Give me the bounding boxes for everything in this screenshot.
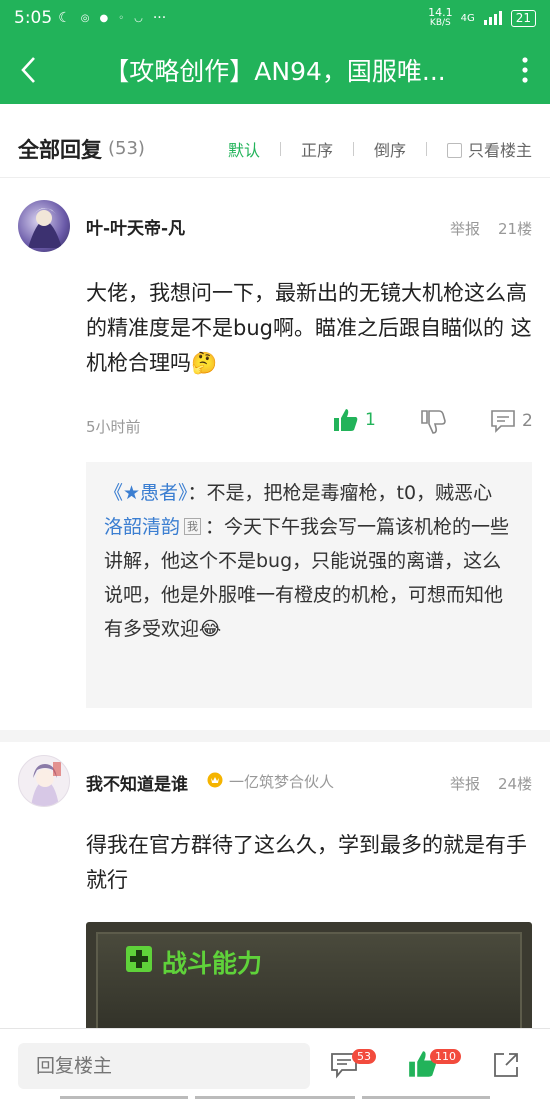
comment-count-badge: 53 bbox=[352, 1049, 376, 1064]
sub-reply-username[interactable]: 《★愚者》 bbox=[104, 482, 188, 504]
back-arrow-icon bbox=[21, 57, 35, 83]
comment-username[interactable]: 我不知道是谁 bbox=[86, 770, 188, 795]
bottom-action-bar: 53 110 bbox=[0, 1028, 550, 1100]
only-op-toggle[interactable]: 只看楼主 bbox=[446, 137, 532, 161]
share-icon bbox=[494, 1053, 518, 1077]
status-bar: 5:05 ☾ ◎ ● ◦ ◡ ··· 14.1 KB/S 4G 21 bbox=[0, 0, 550, 36]
reply-input[interactable] bbox=[18, 1043, 310, 1089]
comment-text: 得我在官方群待了这么久，学到最多的就是有手就行 bbox=[86, 833, 527, 892]
back-button[interactable] bbox=[0, 36, 56, 104]
avatar[interactable] bbox=[18, 755, 70, 807]
sub-reply[interactable]: 《★愚者》：不是，把枪是毒瘤枪，t0，贼恶心 bbox=[104, 476, 514, 510]
signal-icon bbox=[483, 11, 502, 25]
sub-reply[interactable]: 洛韶清韵我：今天下午我会写一篇该机枪的一些讲解，他这个不是bug，只能说强的离谱… bbox=[104, 510, 514, 646]
network-type: 4G bbox=[460, 12, 475, 24]
more-dots-icon: ··· bbox=[152, 10, 167, 26]
notification-icon: ◡ bbox=[134, 12, 143, 24]
sort-asc-tab[interactable]: 正序 bbox=[301, 137, 333, 161]
divider bbox=[425, 141, 427, 156]
comment-bubble-icon bbox=[491, 410, 515, 433]
more-menu-button[interactable] bbox=[500, 36, 550, 104]
notification-icon: ● bbox=[99, 12, 109, 24]
vertical-dots-icon bbox=[522, 57, 528, 83]
thumbs-up-icon bbox=[334, 409, 358, 431]
like-count-badge: 110 bbox=[430, 1049, 461, 1064]
floor-number: 24楼 bbox=[498, 775, 533, 793]
nav-handle bbox=[362, 1096, 490, 1099]
comment-text: 大佬，我想问一下，最新出的无镜大机枪这么高的精准度是不是bug啊。瞄准之后跟自瞄… bbox=[86, 281, 532, 375]
divider bbox=[279, 141, 281, 156]
avatar-illustration-icon bbox=[28, 208, 62, 248]
user-badge-label: 一亿筑梦合伙人 bbox=[229, 773, 335, 791]
comment-count: 2 bbox=[522, 411, 533, 431]
share-button[interactable] bbox=[492, 1051, 520, 1083]
report-button[interactable]: 举报 bbox=[450, 773, 480, 794]
speed-unit: KB/S bbox=[429, 18, 451, 28]
me-tag: 我 bbox=[184, 518, 202, 535]
plus-icon bbox=[126, 946, 152, 972]
avatar[interactable] bbox=[18, 200, 70, 252]
nav-handle bbox=[60, 1096, 188, 1099]
sub-reply-username[interactable]: 洛韶清韵 bbox=[104, 516, 180, 538]
sub-reply-text: ：不是，把枪是毒瘤枪，t0，贼恶心 bbox=[187, 482, 493, 504]
notification-icon: ◦ bbox=[118, 12, 125, 24]
sort-desc-tab[interactable]: 倒序 bbox=[374, 137, 406, 161]
thumbs-down-icon bbox=[421, 410, 446, 434]
comment-image[interactable]: 战斗能力 bbox=[86, 922, 532, 1042]
battery-icon: 21 bbox=[510, 9, 536, 27]
section-divider bbox=[0, 730, 550, 742]
sub-replies: 《★愚者》：不是，把枪是毒瘤枪，t0，贼恶心 洛韶清韵我：今天下午我会写一篇该机… bbox=[86, 462, 532, 708]
notification-icon: ◎ bbox=[80, 12, 90, 24]
reply-filter-bar: 全部回复 (53) 默认 正序 倒序 只看楼主 bbox=[0, 120, 550, 178]
all-replies-header: 全部回复 bbox=[18, 137, 102, 162]
comment-username[interactable]: 叶-叶天帝-凡 bbox=[86, 214, 185, 239]
page-title: 【攻略创作】AN94，国服唯... bbox=[104, 57, 446, 86]
only-op-label: 只看楼主 bbox=[467, 140, 532, 160]
comment-button[interactable]: 2 bbox=[490, 409, 533, 433]
sort-default-tab[interactable]: 默认 bbox=[228, 137, 260, 161]
nav-handle bbox=[195, 1096, 355, 1099]
report-button[interactable]: 举报 bbox=[450, 218, 480, 239]
image-panel bbox=[96, 932, 522, 1042]
moon-icon: ☾ bbox=[58, 10, 71, 26]
dislike-button[interactable] bbox=[420, 409, 446, 435]
reply-count: (53) bbox=[108, 138, 145, 159]
avatar-illustration-icon bbox=[31, 762, 61, 806]
like-count: 1 bbox=[365, 410, 376, 430]
status-notification-icons: ☾ ◎ ● ◦ ◡ ··· bbox=[58, 10, 166, 26]
status-time: 5:05 bbox=[14, 8, 53, 28]
comment-time: 5小时前 bbox=[86, 418, 141, 436]
partner-badge-icon bbox=[207, 772, 223, 788]
floor-number: 21楼 bbox=[498, 220, 533, 238]
image-caption: 战斗能力 bbox=[162, 949, 263, 978]
divider bbox=[352, 141, 354, 156]
app-bar: 【攻略创作】AN94，国服唯... bbox=[0, 36, 550, 104]
network-speed: 14.1 KB/S bbox=[428, 7, 453, 29]
like-button[interactable]: 1 bbox=[333, 407, 376, 433]
speed-value: 14.1 bbox=[428, 6, 453, 19]
checkbox-icon bbox=[446, 142, 462, 158]
